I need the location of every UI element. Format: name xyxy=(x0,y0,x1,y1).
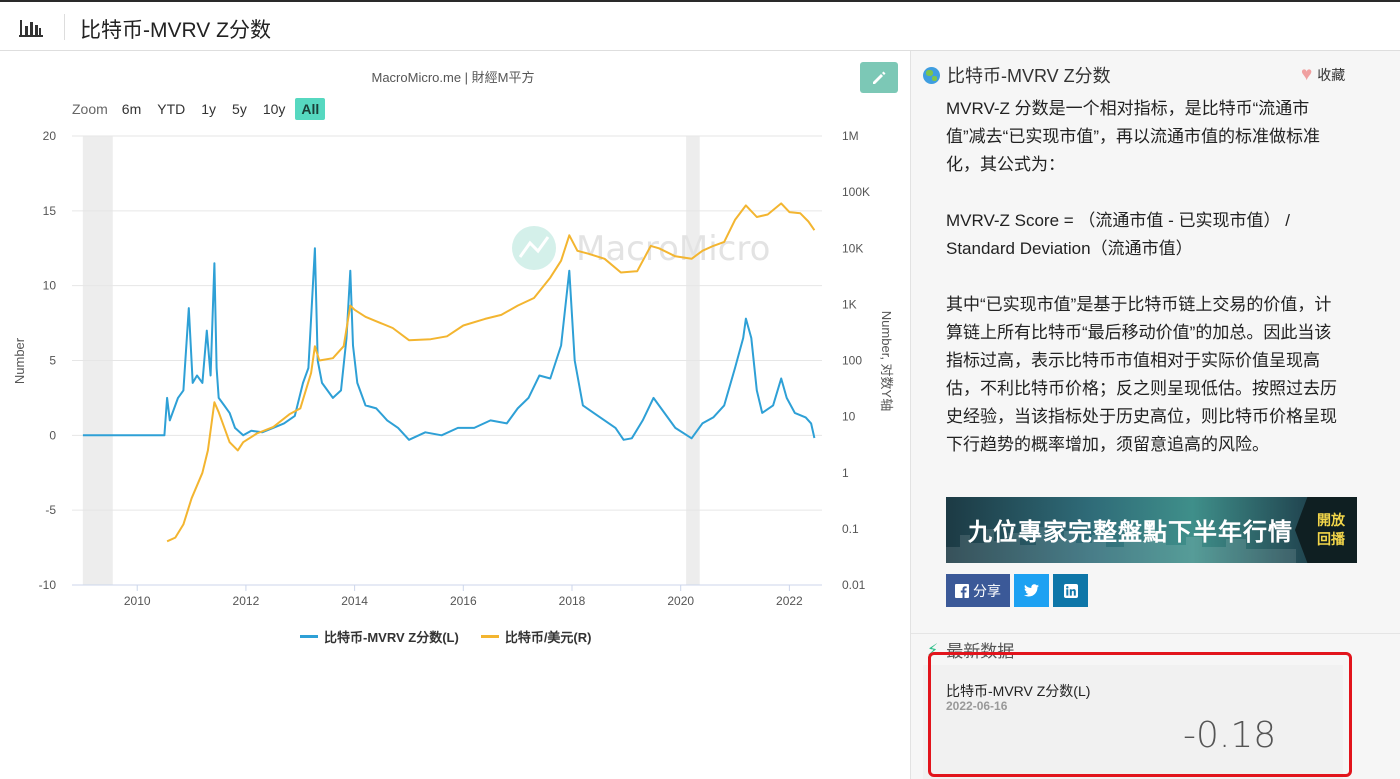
y-left-tick-label: 0 xyxy=(49,428,56,442)
x-tick-label: 2020 xyxy=(667,594,694,608)
y-right-tick-label: 100 xyxy=(842,354,862,368)
zoom-10y-button[interactable]: 10y xyxy=(257,98,292,120)
y-right-tick-label: 0.1 xyxy=(842,522,859,536)
top-bar: 比特币-MVRV Z分数 xyxy=(0,0,1400,51)
zoom-label: Zoom xyxy=(72,101,108,117)
y-right-tick-label: 10K xyxy=(842,241,863,255)
share-buttons: 分享 xyxy=(946,574,1092,607)
y-right-tick-label: 10 xyxy=(842,410,856,424)
latest-data-header: ⚡ 最新数据 xyxy=(927,637,1014,662)
latest-value: -0.18 xyxy=(1183,715,1277,756)
legend-swatch-btcusd xyxy=(480,635,499,638)
lightning-icon: ⚡ xyxy=(927,641,939,659)
zoom-ytd-button[interactable]: YTD xyxy=(151,98,191,120)
x-tick-label: 2014 xyxy=(341,594,368,608)
replay-text: 開放 回播 xyxy=(1317,511,1345,549)
facebook-share-label: 分享 xyxy=(973,582,1001,599)
y-left-tick-label: 15 xyxy=(43,204,57,218)
legend-item-mvrv[interactable]: 比特币-MVRV Z分数(L) xyxy=(300,627,459,646)
replay-line-1: 開放 xyxy=(1317,512,1345,528)
zoom-1y-button[interactable]: 1y xyxy=(195,98,222,120)
favorite-label: 收藏 xyxy=(1317,67,1346,83)
y-left-tick-label: 10 xyxy=(43,279,57,293)
zoom-controls: Zoom 6m YTD 1y 5y 10y All xyxy=(72,97,327,121)
x-tick-label: 2012 xyxy=(233,594,260,608)
page-title: 比特币-MVRV Z分数 xyxy=(80,19,271,42)
linkedin-share-button[interactable] xyxy=(1053,574,1088,607)
indicator-description: MVRV-Z 分数是一个相对指标，是比特币“流通市值”减去“已实现市值”，再以流… xyxy=(946,95,1346,459)
chart-bars-icon[interactable] xyxy=(18,16,44,38)
x-tick-label: 2010 xyxy=(124,594,151,608)
promo-banner[interactable]: 九位專家完整盤點下半年行情 開放 回播 xyxy=(946,497,1357,563)
edit-chart-button[interactable] xyxy=(860,62,898,93)
twitter-icon xyxy=(1024,584,1039,597)
zoom-6m-button[interactable]: 6m xyxy=(116,98,147,120)
twitter-share-button[interactable] xyxy=(1014,574,1049,607)
description-paragraph-1: MVRV-Z 分数是一个相对指标，是比特币“流通市值”减去“已实现市值”，再以流… xyxy=(946,99,1320,174)
latest-data-card[interactable]: 比特币-MVRV Z分数(L) 2022-06-16 -0.18 xyxy=(923,665,1343,779)
legend-item-btcusd[interactable]: 比特币/美元(R) xyxy=(480,627,592,646)
y-left-tick-label: 5 xyxy=(49,354,56,368)
favorite-button[interactable]: ♥ 收藏 xyxy=(1301,64,1345,86)
mvrv-chart[interactable]: MacroMicro 20 15 10 5 0 -5 -10 1M 100K 10K 1K 100 10 1… xyxy=(0,121,906,621)
header-divider xyxy=(64,14,65,40)
info-panel: 比特币-MVRV Z分数 ♥ 收藏 MVRV-Z 分数是一个相对指标，是比特币“… xyxy=(911,51,1400,779)
legend-label-btcusd: 比特币/美元(R) xyxy=(504,630,592,645)
x-tick-label: 2016 xyxy=(450,594,477,608)
banner-text: 九位專家完整盤點下半年行情 xyxy=(968,519,1293,546)
legend-swatch-mvrv xyxy=(300,635,318,638)
x-tick-label: 2022 xyxy=(776,594,803,608)
info-panel-header: 比特币-MVRV Z分数 xyxy=(923,62,1111,88)
y-right-tick-label: 1 xyxy=(842,466,849,480)
pencil-icon xyxy=(873,71,886,84)
y-right-tick-label: 100K xyxy=(842,185,870,199)
watermark-logo xyxy=(512,226,556,270)
latest-date: 2022-06-16 xyxy=(946,699,1008,713)
description-paragraph-2: 其中“已实现市值”是基于比特币链上交易的价值，计算链上所有比特币“最后移动价值”… xyxy=(946,295,1337,454)
watermark-text: MacroMicro xyxy=(576,229,770,269)
info-panel-title: 比特币-MVRV Z分数 xyxy=(947,66,1111,86)
legend-label-mvrv: 比特币-MVRV Z分数(L) xyxy=(324,630,459,645)
linkedin-icon xyxy=(1063,583,1078,598)
replay-line-2: 回播 xyxy=(1317,531,1345,547)
section-divider xyxy=(911,633,1400,634)
x-tick-label: 2018 xyxy=(559,594,586,608)
y-left-tick-label: -10 xyxy=(39,578,57,592)
replay-badge[interactable]: 開放 回播 xyxy=(1295,497,1357,563)
facebook-icon xyxy=(955,583,969,598)
chart-source: MacroMicro.me | 財經M平方 xyxy=(371,70,535,85)
latest-series-name: 比特币-MVRV Z分数(L) xyxy=(946,683,1091,699)
facebook-share-button[interactable]: 分享 xyxy=(946,574,1010,607)
zoom-all-button[interactable]: All xyxy=(295,98,326,120)
y-left-axis-title: Number xyxy=(12,337,27,384)
y-right-tick-label: 1K xyxy=(842,297,857,311)
y-left-tick-label: -5 xyxy=(45,503,56,517)
heart-icon: ♥ xyxy=(1301,64,1313,85)
description-formula: MVRV-Z Score = （流通市值 - 已实现市值） / Standard… xyxy=(946,211,1290,258)
latest-data-title: 最新数据 xyxy=(946,642,1015,661)
globe-icon xyxy=(923,66,940,84)
y-right-axis-title: Number, 对数Y轴 xyxy=(879,311,894,411)
chart-legend: 比特币-MVRV Z分数(L) 比特币/美元(R) xyxy=(300,627,613,646)
y-right-tick-label: 1M xyxy=(842,129,859,143)
y-left-tick-label: 20 xyxy=(43,129,57,143)
zoom-5y-button[interactable]: 5y xyxy=(226,98,253,120)
y-right-tick-label: 0.01 xyxy=(842,578,866,592)
chart-panel: MacroMicro.me | 財經M平方 Zoom 6m YTD 1y 5y … xyxy=(0,51,910,779)
